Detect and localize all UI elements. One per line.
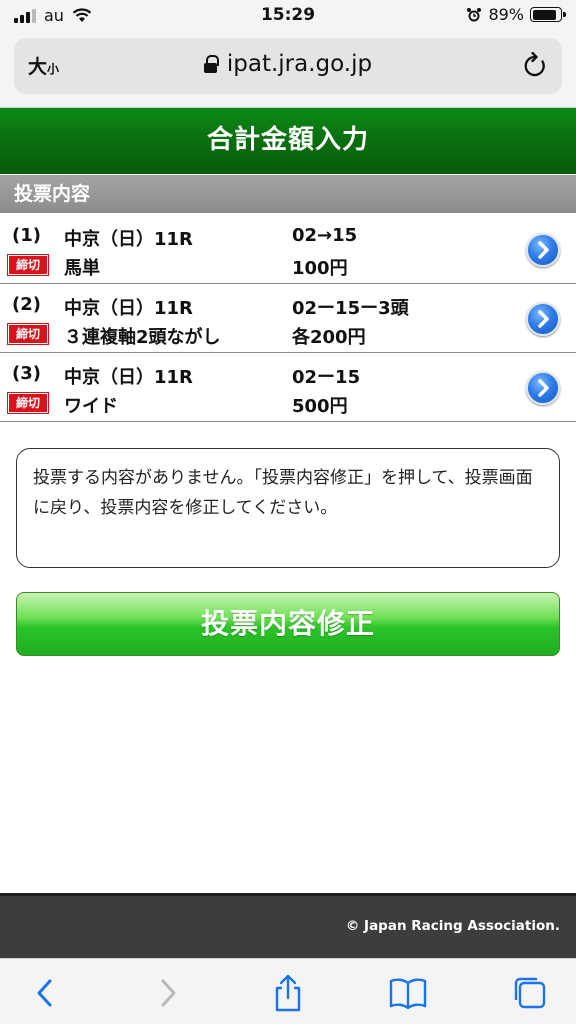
bet-number: (1) (12, 225, 41, 246)
message-box: 投票する内容がありません。「投票内容修正」を押して、投票画面に戻り、投票内容を修… (16, 448, 560, 568)
chevron-right-circle-icon[interactable] (526, 302, 560, 336)
bet-row[interactable]: (2) 締切 中京（日）11R ３連複軸2頭ながし 02ー15ー3頭 各200円 (0, 284, 576, 353)
url-text: ipat.jra.go.jp (226, 51, 373, 77)
bet-amount: 500円 (292, 396, 348, 417)
deadline-badge: 締切 (7, 254, 49, 276)
status-bar: au 15:29 89% (0, 0, 576, 34)
browser-address-area: 大小 ipat.jra.go.jp (0, 34, 576, 108)
section-title: 投票内容 (0, 175, 576, 213)
share-icon[interactable] (268, 973, 308, 1013)
bet-type: ワイド (64, 396, 118, 417)
alarm-icon (467, 7, 482, 21)
race-name: 中京（日）11R (64, 229, 193, 250)
lock-icon (203, 55, 219, 73)
bet-type: ３連複軸2頭ながし (64, 327, 221, 348)
chevron-right-circle-icon[interactable] (526, 371, 560, 405)
bet-amount: 100円 (292, 258, 348, 279)
modify-bet-button[interactable]: 投票内容修正 (16, 592, 560, 656)
chevron-right-circle-icon[interactable] (526, 233, 560, 267)
race-name: 中京（日）11R (64, 367, 193, 388)
deadline-badge: 締切 (7, 392, 49, 414)
reload-icon[interactable] (522, 52, 548, 80)
footer: © Japan Racing Association. (0, 893, 576, 958)
browser-toolbar (0, 958, 576, 1024)
address-bar[interactable]: 大小 ipat.jra.go.jp (14, 38, 562, 94)
back-icon[interactable] (26, 973, 66, 1013)
bet-row[interactable]: (3) 締切 中京（日）11R ワイド 02ー15 500円 (0, 353, 576, 422)
bet-amount: 各200円 (292, 327, 366, 348)
bet-type: 馬単 (64, 258, 100, 279)
bookmarks-icon[interactable] (388, 973, 428, 1013)
battery-icon (530, 7, 566, 22)
copyright: © Japan Racing Association. (345, 918, 560, 934)
bet-combination: 02ー15 (292, 367, 361, 388)
bet-combination: 02ー15ー3頭 (292, 298, 409, 319)
page-title: 合計金額入力 (0, 108, 576, 174)
bet-row[interactable]: (1) 締切 中京（日）11R 馬単 02→15 100円 (0, 215, 576, 284)
bet-number: (3) (12, 363, 41, 384)
forward-icon[interactable] (148, 973, 188, 1013)
deadline-badge: 締切 (7, 323, 49, 345)
battery-percent: 89% (488, 5, 524, 24)
race-name: 中京（日）11R (64, 298, 193, 319)
bet-list: (1) 締切 中京（日）11R 馬単 02→15 100円 (2) 締切 中京（… (0, 215, 576, 422)
bet-number: (2) (12, 294, 41, 315)
tabs-icon[interactable] (510, 973, 550, 1013)
bet-combination: 02→15 (292, 225, 358, 246)
